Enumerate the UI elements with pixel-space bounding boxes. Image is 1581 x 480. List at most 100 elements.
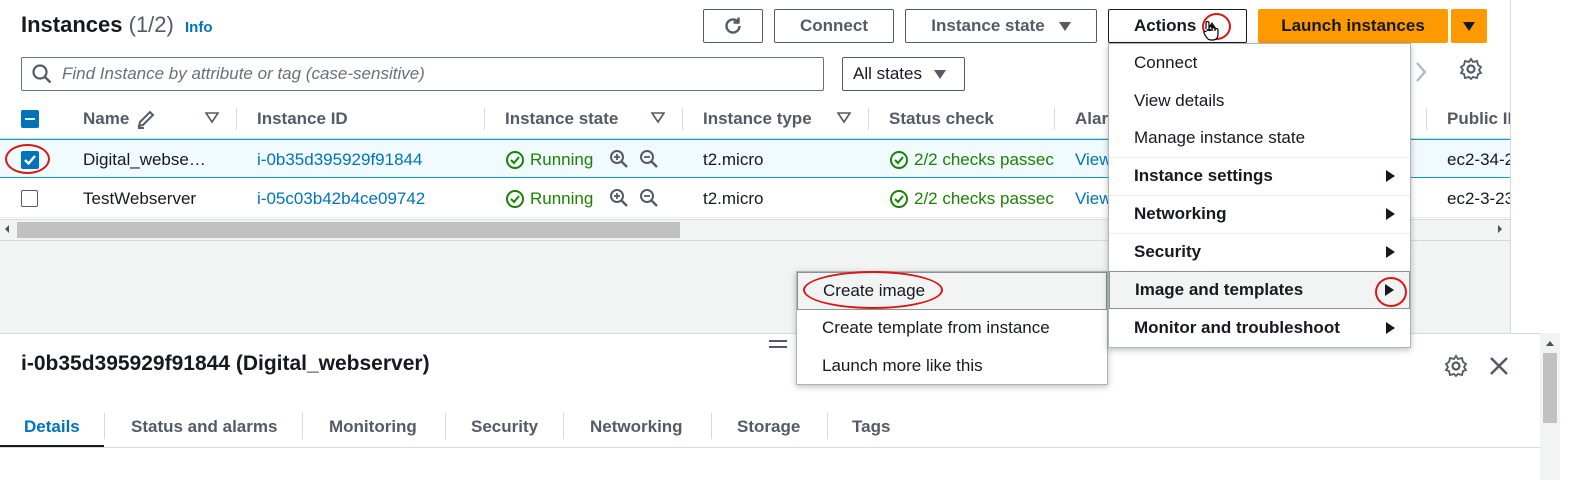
chevron-right-icon xyxy=(1386,322,1395,334)
page-title: Instances (1/2) xyxy=(21,12,174,38)
column-alarm-status[interactable]: Alar xyxy=(1075,99,1108,139)
refresh-icon xyxy=(725,17,741,34)
mouse-cursor-icon xyxy=(1203,20,1219,41)
selection-count: (1/2) xyxy=(128,12,174,37)
tab-storage[interactable]: Storage xyxy=(737,407,800,447)
menu-item-label: Instance settings xyxy=(1134,166,1273,185)
instance-id-link[interactable]: i-0b35d395929f91844 xyxy=(257,140,422,179)
instance-state-label: Instance state xyxy=(931,16,1045,35)
menu-item-connect[interactable]: Connect xyxy=(1109,44,1410,82)
search-icon xyxy=(32,64,52,84)
search-input[interactable]: Find Instance by attribute or tag (case-… xyxy=(21,57,824,91)
state-filter-select[interactable]: All states xyxy=(842,57,965,91)
column-instance-type[interactable]: Instance type xyxy=(703,99,812,139)
vertical-scrollbar-thumb[interactable] xyxy=(1543,353,1557,423)
info-link[interactable]: Info xyxy=(185,19,213,36)
public-dns: ec2-3-23 xyxy=(1447,188,1510,208)
chevron-right-icon xyxy=(1386,208,1395,220)
launch-dropdown-button[interactable] xyxy=(1451,9,1487,43)
connect-button[interactable]: Connect xyxy=(774,9,894,43)
menu-item-launch-more[interactable]: Launch more like this xyxy=(797,347,1107,385)
status-check: 2/2 checks passec xyxy=(889,140,1054,179)
check-circle-icon xyxy=(890,150,908,169)
column-instance-state[interactable]: Instance state xyxy=(505,99,618,139)
actions-menu: Connect View details Manage instance sta… xyxy=(1108,43,1411,348)
menu-item-view-details[interactable]: View details xyxy=(1109,82,1410,120)
edit-icon xyxy=(137,110,155,129)
column-name[interactable]: Name xyxy=(83,99,157,139)
instance-name: Digital_webse… xyxy=(83,149,206,169)
caret-down-icon xyxy=(933,69,946,79)
instance-state: Running xyxy=(505,140,593,179)
instance-type: t2.micro xyxy=(703,188,764,208)
refresh-button[interactable] xyxy=(703,9,763,43)
scrollbar-thumb[interactable] xyxy=(17,222,680,238)
tab-monitoring[interactable]: Monitoring xyxy=(329,407,417,447)
launch-instances-button[interactable]: Launch instances xyxy=(1258,9,1448,43)
menu-item-create-template[interactable]: Create template from instance xyxy=(797,309,1107,347)
instance-state: Running xyxy=(505,179,593,218)
sort-icon[interactable] xyxy=(205,112,219,124)
zoom-out-icon[interactable] xyxy=(639,188,659,208)
column-instance-id[interactable]: Instance ID xyxy=(257,99,348,139)
sort-icon[interactable] xyxy=(837,112,851,124)
menu-item-monitor-troubleshoot[interactable]: Monitor and troubleshoot xyxy=(1109,309,1410,347)
tabs-divider xyxy=(0,447,1540,448)
chevron-right-icon xyxy=(1386,170,1395,182)
status-check: 2/2 checks passec xyxy=(889,179,1054,218)
row-checkbox[interactable] xyxy=(21,179,38,218)
close-icon[interactable] xyxy=(1488,355,1510,377)
actions-label: Actions xyxy=(1134,16,1197,35)
resize-handle-icon[interactable] xyxy=(769,340,787,348)
caret-down-icon xyxy=(1463,21,1475,31)
highlight-ring xyxy=(1375,277,1407,307)
sort-icon[interactable] xyxy=(651,112,665,124)
instance-id-link[interactable]: i-05c03b42b4ce09742 xyxy=(257,179,425,218)
check-circle-icon xyxy=(506,189,524,208)
select-all-checkbox[interactable] xyxy=(21,99,39,139)
next-page-icon[interactable] xyxy=(1413,59,1429,85)
menu-item-label: Security xyxy=(1134,242,1202,261)
menu-item-label: Networking xyxy=(1134,204,1227,223)
divider xyxy=(1510,0,1511,335)
menu-item-networking[interactable]: Networking xyxy=(1109,195,1410,233)
zoom-in-icon[interactable] xyxy=(609,149,629,169)
menu-item-label: Monitor and troubleshoot xyxy=(1134,318,1340,337)
scroll-left-icon[interactable] xyxy=(3,224,11,234)
caret-down-icon xyxy=(1058,21,1071,31)
check-circle-icon xyxy=(506,150,524,169)
instance-state-text: Running xyxy=(530,188,594,208)
column-public-dns[interactable]: Public IP xyxy=(1447,99,1510,139)
tab-security[interactable]: Security xyxy=(471,407,538,447)
menu-item-label: Image and templates xyxy=(1135,280,1304,299)
details-title: i-0b35d395929f91844 (Digital_webserver) xyxy=(21,352,430,375)
tab-details[interactable]: Details xyxy=(24,407,80,447)
menu-item-instance-settings[interactable]: Instance settings xyxy=(1109,157,1410,195)
status-check-text: 2/2 checks passec xyxy=(914,188,1054,208)
zoom-in-icon[interactable] xyxy=(609,188,629,208)
highlight-ring xyxy=(803,271,943,309)
tab-tags[interactable]: Tags xyxy=(852,407,890,447)
alarm-view-link[interactable]: View xyxy=(1075,140,1112,179)
menu-item-security[interactable]: Security xyxy=(1109,233,1410,271)
scroll-up-icon[interactable] xyxy=(1545,339,1555,347)
tab-status-and-alarms[interactable]: Status and alarms xyxy=(131,407,277,447)
settings-icon[interactable] xyxy=(1459,57,1483,81)
check-circle-icon xyxy=(890,189,908,208)
settings-icon[interactable] xyxy=(1444,354,1468,378)
alarm-view-link[interactable]: View xyxy=(1075,179,1112,218)
instance-state-button[interactable]: Instance state xyxy=(905,9,1097,43)
state-filter-value: All states xyxy=(853,64,922,83)
chevron-right-icon xyxy=(1386,246,1395,258)
instance-type: t2.micro xyxy=(703,149,764,169)
tab-networking[interactable]: Networking xyxy=(590,407,683,447)
menu-item-manage-state[interactable]: Manage instance state xyxy=(1109,119,1410,157)
column-name-label: Name xyxy=(83,109,130,128)
instance-name: TestWebserver xyxy=(83,188,197,208)
zoom-out-icon[interactable] xyxy=(639,149,659,169)
scroll-right-icon[interactable] xyxy=(1496,224,1504,234)
public-dns: ec2-34-2 xyxy=(1447,149,1510,169)
column-status-check[interactable]: Status check xyxy=(889,99,994,139)
highlight-ring xyxy=(5,144,50,174)
menu-item-image-and-templates[interactable]: Image and templates xyxy=(1109,271,1410,309)
